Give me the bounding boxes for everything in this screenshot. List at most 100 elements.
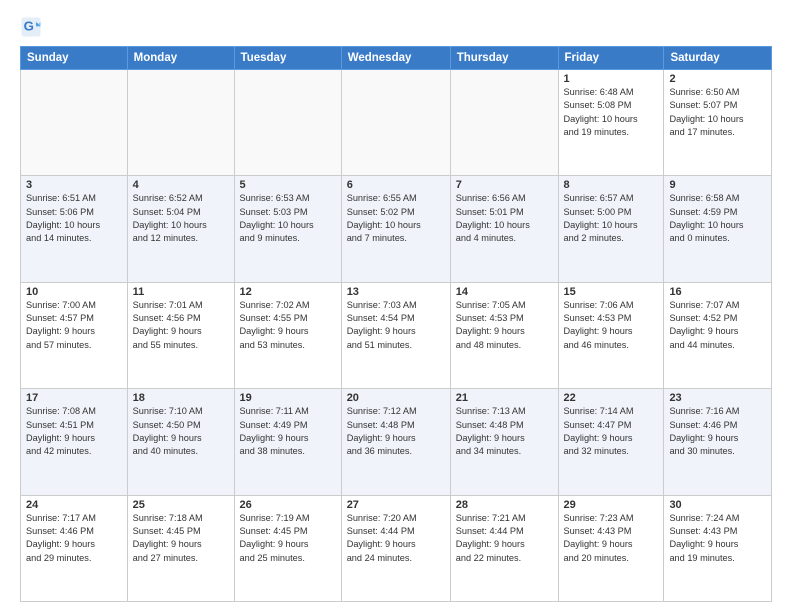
calendar-cell: 19Sunrise: 7:11 AM Sunset: 4:49 PM Dayli… bbox=[234, 389, 341, 495]
day-info: Sunrise: 6:48 AM Sunset: 5:08 PM Dayligh… bbox=[564, 86, 659, 139]
calendar-cell: 27Sunrise: 7:20 AM Sunset: 4:44 PM Dayli… bbox=[341, 495, 450, 601]
day-number: 15 bbox=[564, 286, 659, 298]
day-info: Sunrise: 7:21 AM Sunset: 4:44 PM Dayligh… bbox=[456, 512, 553, 565]
day-info: Sunrise: 7:14 AM Sunset: 4:47 PM Dayligh… bbox=[564, 405, 659, 458]
calendar-cell: 13Sunrise: 7:03 AM Sunset: 4:54 PM Dayli… bbox=[341, 282, 450, 388]
day-number: 4 bbox=[133, 179, 229, 191]
calendar-cell bbox=[21, 70, 128, 176]
day-number: 22 bbox=[564, 392, 659, 404]
calendar-cell: 22Sunrise: 7:14 AM Sunset: 4:47 PM Dayli… bbox=[558, 389, 664, 495]
page: G SundayMondayTuesdayWednesdayThursdayFr… bbox=[0, 0, 792, 612]
day-number: 26 bbox=[240, 499, 336, 511]
day-number: 23 bbox=[669, 392, 766, 404]
day-info: Sunrise: 6:55 AM Sunset: 5:02 PM Dayligh… bbox=[347, 192, 445, 245]
day-number: 17 bbox=[26, 392, 122, 404]
day-number: 25 bbox=[133, 499, 229, 511]
weekday-sunday: Sunday bbox=[21, 47, 128, 70]
day-number: 5 bbox=[240, 179, 336, 191]
day-info: Sunrise: 7:05 AM Sunset: 4:53 PM Dayligh… bbox=[456, 299, 553, 352]
calendar-cell bbox=[234, 70, 341, 176]
weekday-saturday: Saturday bbox=[664, 47, 772, 70]
weekday-thursday: Thursday bbox=[450, 47, 558, 70]
day-info: Sunrise: 7:19 AM Sunset: 4:45 PM Dayligh… bbox=[240, 512, 336, 565]
day-number: 28 bbox=[456, 499, 553, 511]
calendar-cell: 6Sunrise: 6:55 AM Sunset: 5:02 PM Daylig… bbox=[341, 176, 450, 282]
day-number: 27 bbox=[347, 499, 445, 511]
calendar-cell: 23Sunrise: 7:16 AM Sunset: 4:46 PM Dayli… bbox=[664, 389, 772, 495]
day-info: Sunrise: 6:51 AM Sunset: 5:06 PM Dayligh… bbox=[26, 192, 122, 245]
week-row-2: 3Sunrise: 6:51 AM Sunset: 5:06 PM Daylig… bbox=[21, 176, 772, 282]
day-number: 16 bbox=[669, 286, 766, 298]
day-number: 18 bbox=[133, 392, 229, 404]
day-number: 24 bbox=[26, 499, 122, 511]
calendar-cell: 4Sunrise: 6:52 AM Sunset: 5:04 PM Daylig… bbox=[127, 176, 234, 282]
day-number: 29 bbox=[564, 499, 659, 511]
day-info: Sunrise: 7:06 AM Sunset: 4:53 PM Dayligh… bbox=[564, 299, 659, 352]
calendar-cell: 17Sunrise: 7:08 AM Sunset: 4:51 PM Dayli… bbox=[21, 389, 128, 495]
day-info: Sunrise: 7:00 AM Sunset: 4:57 PM Dayligh… bbox=[26, 299, 122, 352]
calendar-cell: 10Sunrise: 7:00 AM Sunset: 4:57 PM Dayli… bbox=[21, 282, 128, 388]
day-info: Sunrise: 6:56 AM Sunset: 5:01 PM Dayligh… bbox=[456, 192, 553, 245]
calendar-cell: 2Sunrise: 6:50 AM Sunset: 5:07 PM Daylig… bbox=[664, 70, 772, 176]
day-number: 19 bbox=[240, 392, 336, 404]
calendar-cell bbox=[341, 70, 450, 176]
logo: G bbox=[20, 16, 46, 38]
day-number: 13 bbox=[347, 286, 445, 298]
day-info: Sunrise: 7:01 AM Sunset: 4:56 PM Dayligh… bbox=[133, 299, 229, 352]
weekday-tuesday: Tuesday bbox=[234, 47, 341, 70]
weekday-friday: Friday bbox=[558, 47, 664, 70]
calendar-cell: 21Sunrise: 7:13 AM Sunset: 4:48 PM Dayli… bbox=[450, 389, 558, 495]
calendar-cell: 8Sunrise: 6:57 AM Sunset: 5:00 PM Daylig… bbox=[558, 176, 664, 282]
day-number: 12 bbox=[240, 286, 336, 298]
day-info: Sunrise: 7:16 AM Sunset: 4:46 PM Dayligh… bbox=[669, 405, 766, 458]
day-info: Sunrise: 7:07 AM Sunset: 4:52 PM Dayligh… bbox=[669, 299, 766, 352]
day-info: Sunrise: 7:20 AM Sunset: 4:44 PM Dayligh… bbox=[347, 512, 445, 565]
day-number: 30 bbox=[669, 499, 766, 511]
calendar-cell: 28Sunrise: 7:21 AM Sunset: 4:44 PM Dayli… bbox=[450, 495, 558, 601]
weekday-header-row: SundayMondayTuesdayWednesdayThursdayFrid… bbox=[21, 47, 772, 70]
day-info: Sunrise: 6:53 AM Sunset: 5:03 PM Dayligh… bbox=[240, 192, 336, 245]
day-number: 7 bbox=[456, 179, 553, 191]
calendar-cell bbox=[127, 70, 234, 176]
day-info: Sunrise: 7:17 AM Sunset: 4:46 PM Dayligh… bbox=[26, 512, 122, 565]
calendar-cell: 12Sunrise: 7:02 AM Sunset: 4:55 PM Dayli… bbox=[234, 282, 341, 388]
calendar-cell: 29Sunrise: 7:23 AM Sunset: 4:43 PM Dayli… bbox=[558, 495, 664, 601]
day-info: Sunrise: 7:11 AM Sunset: 4:49 PM Dayligh… bbox=[240, 405, 336, 458]
day-info: Sunrise: 7:12 AM Sunset: 4:48 PM Dayligh… bbox=[347, 405, 445, 458]
day-number: 10 bbox=[26, 286, 122, 298]
day-number: 14 bbox=[456, 286, 553, 298]
calendar-cell: 14Sunrise: 7:05 AM Sunset: 4:53 PM Dayli… bbox=[450, 282, 558, 388]
calendar-cell: 1Sunrise: 6:48 AM Sunset: 5:08 PM Daylig… bbox=[558, 70, 664, 176]
day-info: Sunrise: 7:08 AM Sunset: 4:51 PM Dayligh… bbox=[26, 405, 122, 458]
day-number: 3 bbox=[26, 179, 122, 191]
calendar-cell: 3Sunrise: 6:51 AM Sunset: 5:06 PM Daylig… bbox=[21, 176, 128, 282]
day-number: 1 bbox=[564, 73, 659, 85]
calendar-cell: 7Sunrise: 6:56 AM Sunset: 5:01 PM Daylig… bbox=[450, 176, 558, 282]
day-info: Sunrise: 7:13 AM Sunset: 4:48 PM Dayligh… bbox=[456, 405, 553, 458]
day-info: Sunrise: 7:18 AM Sunset: 4:45 PM Dayligh… bbox=[133, 512, 229, 565]
calendar-cell: 18Sunrise: 7:10 AM Sunset: 4:50 PM Dayli… bbox=[127, 389, 234, 495]
header: G bbox=[20, 16, 772, 38]
calendar-cell bbox=[450, 70, 558, 176]
day-info: Sunrise: 6:57 AM Sunset: 5:00 PM Dayligh… bbox=[564, 192, 659, 245]
week-row-4: 17Sunrise: 7:08 AM Sunset: 4:51 PM Dayli… bbox=[21, 389, 772, 495]
weekday-wednesday: Wednesday bbox=[341, 47, 450, 70]
week-row-3: 10Sunrise: 7:00 AM Sunset: 4:57 PM Dayli… bbox=[21, 282, 772, 388]
calendar-cell: 24Sunrise: 7:17 AM Sunset: 4:46 PM Dayli… bbox=[21, 495, 128, 601]
day-info: Sunrise: 7:23 AM Sunset: 4:43 PM Dayligh… bbox=[564, 512, 659, 565]
day-number: 21 bbox=[456, 392, 553, 404]
day-number: 20 bbox=[347, 392, 445, 404]
logo-icon: G bbox=[20, 16, 42, 38]
calendar-table: SundayMondayTuesdayWednesdayThursdayFrid… bbox=[20, 46, 772, 602]
day-number: 8 bbox=[564, 179, 659, 191]
day-number: 9 bbox=[669, 179, 766, 191]
day-info: Sunrise: 7:02 AM Sunset: 4:55 PM Dayligh… bbox=[240, 299, 336, 352]
calendar-cell: 25Sunrise: 7:18 AM Sunset: 4:45 PM Dayli… bbox=[127, 495, 234, 601]
calendar-cell: 30Sunrise: 7:24 AM Sunset: 4:43 PM Dayli… bbox=[664, 495, 772, 601]
week-row-5: 24Sunrise: 7:17 AM Sunset: 4:46 PM Dayli… bbox=[21, 495, 772, 601]
day-info: Sunrise: 7:03 AM Sunset: 4:54 PM Dayligh… bbox=[347, 299, 445, 352]
calendar-cell: 11Sunrise: 7:01 AM Sunset: 4:56 PM Dayli… bbox=[127, 282, 234, 388]
week-row-1: 1Sunrise: 6:48 AM Sunset: 5:08 PM Daylig… bbox=[21, 70, 772, 176]
day-info: Sunrise: 7:24 AM Sunset: 4:43 PM Dayligh… bbox=[669, 512, 766, 565]
calendar-cell: 9Sunrise: 6:58 AM Sunset: 4:59 PM Daylig… bbox=[664, 176, 772, 282]
